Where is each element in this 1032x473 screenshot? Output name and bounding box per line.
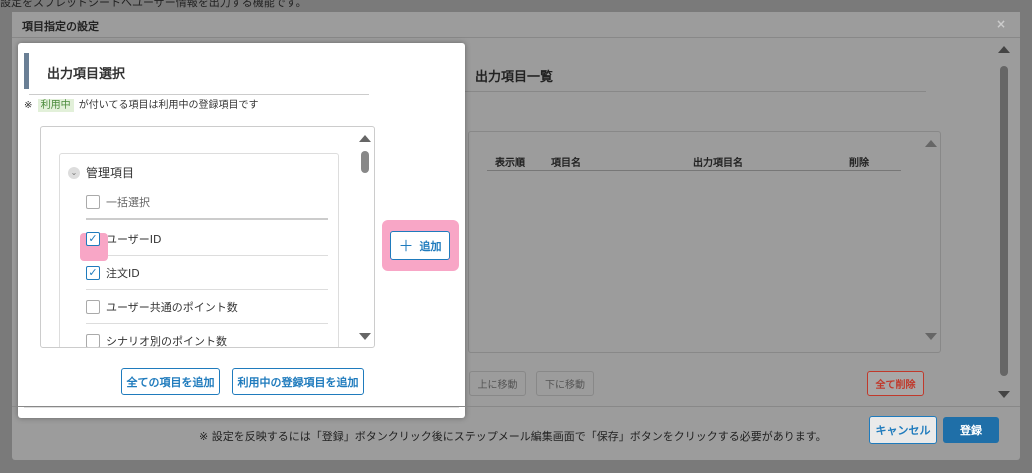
usage-note: ※ 利用中 が付いてる項目は利用中の登録項目です — [24, 99, 259, 112]
list-item-user-id[interactable]: ✓ ユーザーID — [80, 222, 328, 261]
output-items-table: 表示順 項目名 出力項目名 削除 — [468, 131, 941, 353]
delete-all-button[interactable]: 全て削除 — [867, 371, 924, 396]
modal-scroll-up-icon[interactable] — [998, 46, 1010, 53]
item-list-box: ⌄ 管理項目 一括選択 ✓ ユーザーID ✓ 注文ID ユーザー共通のポイント数 — [40, 126, 375, 348]
move-up-button[interactable]: 上に移動 — [469, 371, 526, 396]
title-underline — [29, 94, 369, 95]
select-all-item[interactable]: 一括選択 — [86, 186, 328, 220]
header-divider — [487, 170, 901, 171]
chevron-down-icon[interactable]: ⌄ — [68, 166, 80, 179]
dialog-title: 項目指定の設定 — [22, 20, 99, 33]
modal-scrollbar[interactable] — [996, 44, 1012, 400]
plus-icon: ＋ — [398, 237, 414, 255]
select-all-checkbox[interactable] — [86, 195, 100, 209]
modal-scroll-thumb[interactable] — [1000, 66, 1008, 376]
list-scroll-up-icon[interactable] — [359, 135, 371, 142]
user-id-checkbox[interactable]: ✓ — [86, 231, 100, 246]
group-label: 管理項目 — [86, 166, 135, 180]
move-down-button[interactable]: 下に移動 — [536, 371, 594, 396]
col-item-name: 項目名 — [551, 158, 581, 169]
scroll-down-icon[interactable] — [925, 333, 937, 340]
footer-note: ※ 設定を反映するには「登録」ボタンクリック後にステップメール編集画面で「保存」… — [199, 430, 827, 443]
col-order: 表示順 — [495, 158, 525, 169]
cancel-button[interactable]: キャンセル — [869, 416, 937, 444]
in-use-badge: 利用中 — [37, 99, 74, 112]
col-output-name: 出力項目名 — [693, 158, 743, 169]
item-select-title: 出力項目選択 — [24, 53, 369, 95]
output-list-title: 出力項目一覧 — [452, 56, 926, 92]
add-button[interactable]: ＋ 追加 — [390, 231, 450, 260]
list-item-common-points[interactable]: ユーザー共通のポイント数 — [86, 290, 328, 324]
list-item-order-id[interactable]: ✓ 注文ID — [86, 256, 328, 290]
add-used-items-button[interactable]: 利用中の登録項目を追加 — [232, 368, 364, 395]
add-all-items-button[interactable]: 全ての項目を追加 — [121, 368, 220, 395]
footer-divider — [12, 406, 1020, 407]
close-icon[interactable]: × — [996, 17, 1006, 31]
panel-divider — [24, 407, 459, 408]
table-scrollbar[interactable] — [922, 132, 940, 352]
register-button[interactable]: 登録 — [943, 417, 999, 443]
group-header[interactable]: ⌄ 管理項目 — [68, 164, 134, 181]
list-scroll-down-icon[interactable] — [359, 333, 371, 340]
col-delete: 削除 — [849, 158, 869, 169]
list-scrollbar[interactable] — [356, 127, 374, 347]
list-scroll-thumb[interactable] — [361, 151, 369, 173]
common-points-checkbox[interactable] — [86, 299, 100, 314]
list-item-scenario-points[interactable]: シナリオ別のポイント数 — [86, 324, 328, 347]
dialog-header: 項目指定の設定 × — [12, 12, 1020, 38]
background-description: 設定をスプレッドシートへユーザー情報を出力する機能です。 — [0, 0, 307, 9]
modal-scroll-down-icon[interactable] — [998, 391, 1010, 398]
order-id-checkbox[interactable]: ✓ — [86, 265, 100, 280]
scenario-points-checkbox[interactable] — [86, 333, 100, 347]
scroll-up-icon[interactable] — [925, 140, 937, 147]
item-group-panel: ⌄ 管理項目 一括選択 ✓ ユーザーID ✓ 注文ID ユーザー共通のポイント数 — [59, 153, 339, 347]
